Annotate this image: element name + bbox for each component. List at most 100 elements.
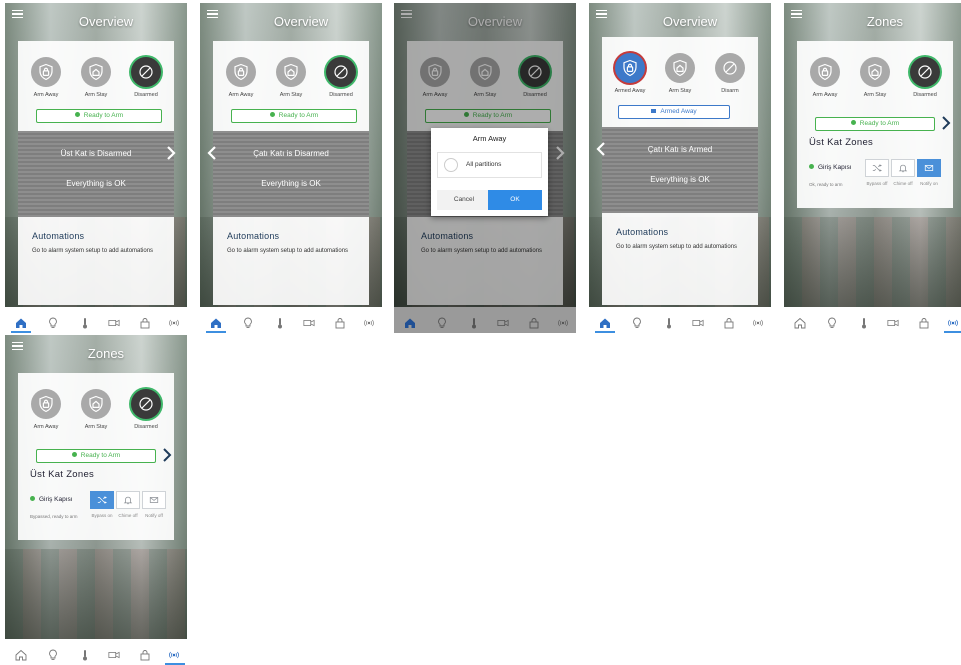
thermometer-icon[interactable] (79, 648, 91, 661)
hamburger-icon[interactable] (12, 342, 23, 351)
thermometer-icon[interactable] (468, 316, 480, 329)
thermometer-icon[interactable] (79, 316, 91, 329)
thermometer-icon[interactable] (274, 316, 286, 329)
chevron-left-icon[interactable] (596, 141, 606, 157)
hamburger-icon[interactable] (791, 10, 802, 19)
thermometer-icon[interactable] (663, 316, 675, 329)
arm-stay-button[interactable]: Arm Stay (655, 53, 705, 94)
disarmed-button[interactable]: Disarmed (121, 57, 171, 98)
lock-icon[interactable] (139, 316, 151, 329)
arm-away-label: Arm Away (33, 424, 59, 430)
arm-mode-row: Arm Away Arm Stay Disarmed (18, 389, 174, 439)
security-waves-icon[interactable] (168, 648, 184, 660)
chime-button[interactable] (891, 159, 915, 177)
bypass-button[interactable] (90, 491, 114, 509)
bulb-icon[interactable] (436, 316, 448, 328)
arm-stay-button[interactable]: Arm Stay (71, 57, 121, 98)
notify-button[interactable] (142, 491, 166, 509)
chevron-right-icon[interactable] (166, 145, 176, 161)
active-tab-indicator (595, 331, 615, 333)
arm-stay-button[interactable]: Arm Stay (266, 57, 316, 98)
bypass-label: Bypass on (91, 513, 113, 518)
camera-icon[interactable] (497, 316, 511, 328)
disarmed-button[interactable]: Disarmed (900, 57, 950, 98)
lock-icon[interactable] (334, 316, 346, 329)
lock-icon[interactable] (918, 316, 930, 329)
disarm-button[interactable]: Disarm (705, 53, 755, 94)
lock-icon[interactable] (723, 316, 735, 329)
zone-row: Giriş Kapısı Ok, ready to arm Bypass off… (797, 157, 953, 197)
bulb-icon[interactable] (242, 316, 254, 328)
security-waves-icon[interactable] (557, 316, 573, 328)
hamburger-icon[interactable] (596, 10, 607, 19)
bulb-icon[interactable] (826, 316, 838, 328)
arm-stay-label: Arm Stay (84, 424, 108, 430)
arm-mode-row: Arm Away Arm Stay Disarmed (797, 57, 953, 107)
chevron-right-icon[interactable] (941, 115, 951, 131)
bottom-tab-bar (5, 639, 187, 665)
bypass-button[interactable] (865, 159, 889, 177)
camera-icon[interactable] (303, 316, 317, 328)
arm-stay-button[interactable]: Arm Stay (71, 389, 121, 430)
disarmed-button[interactable]: Disarmed (316, 57, 366, 98)
home-icon[interactable] (599, 316, 611, 328)
notify-button[interactable] (917, 159, 941, 177)
partition-status: Çatı Katı is Armed (647, 145, 713, 154)
chevron-left-icon[interactable] (207, 145, 217, 161)
radio-button[interactable] (444, 158, 458, 172)
home-icon[interactable] (15, 316, 27, 328)
top-bar: Overview (589, 3, 771, 39)
status-text: Armed Away (660, 108, 697, 115)
bulb-icon[interactable] (47, 648, 59, 660)
cancel-button[interactable]: Cancel (437, 190, 491, 210)
arm-mode-row: Armed Away Arm Stay Disarm (602, 53, 758, 103)
chime-button[interactable] (116, 491, 140, 509)
home-icon[interactable] (404, 316, 416, 328)
zone-row: Giriş Kapısı Bypassed, ready to arm Bypa… (18, 489, 174, 529)
circle-slash-icon (715, 53, 745, 83)
arm-away-button[interactable]: Arm Away (21, 57, 71, 98)
arm-away-button[interactable]: Arm Away (216, 57, 266, 98)
camera-icon[interactable] (887, 316, 901, 328)
armed-away-button[interactable]: Armed Away (605, 53, 655, 94)
partition-option[interactable]: All partitions (437, 152, 542, 178)
security-waves-icon[interactable] (947, 316, 961, 328)
chevron-right-icon[interactable] (162, 447, 172, 463)
disarmed-label: Disarmed (134, 424, 158, 430)
overview-card: Arm Away Arm Stay Disarmed Ready to Arm … (207, 41, 369, 305)
bulb-icon[interactable] (47, 316, 59, 328)
screen-overview-1: Overview Arm Away Arm Stay Disarmed Read… (5, 3, 187, 333)
camera-icon[interactable] (108, 648, 122, 660)
status-dot (71, 452, 77, 457)
security-waves-icon[interactable] (752, 316, 768, 328)
bypass-label: Bypass off (866, 181, 888, 186)
hamburger-icon[interactable] (12, 10, 23, 19)
bottom-tab-bar (200, 307, 382, 333)
zone-status: Ok, ready to arm (809, 182, 843, 187)
automations-title: Automations (227, 231, 280, 241)
bulb-icon[interactable] (631, 316, 643, 328)
automations-desc: Go to alarm system setup to add automati… (32, 248, 154, 254)
home-icon[interactable] (794, 316, 806, 329)
arm-away-button[interactable]: Arm Away (800, 57, 850, 98)
active-tab-indicator (206, 331, 226, 333)
security-waves-icon[interactable] (168, 316, 184, 328)
security-waves-icon[interactable] (363, 316, 379, 328)
home-icon[interactable] (15, 648, 27, 661)
hamburger-icon[interactable] (207, 10, 218, 19)
partition-message: Everything is OK (261, 179, 321, 188)
lock-icon[interactable] (139, 648, 151, 661)
arm-away-button[interactable]: Arm Away (21, 389, 71, 430)
lock-icon[interactable] (528, 316, 540, 329)
camera-icon[interactable] (692, 316, 706, 328)
home-icon[interactable] (210, 316, 222, 328)
partition-banner: Çatı Katı is Armed Everything is OK (596, 127, 758, 213)
zone-status: Bypassed, ready to arm (30, 514, 78, 519)
camera-icon[interactable] (108, 316, 122, 328)
page-title: Overview (78, 14, 134, 29)
arm-stay-label: Arm Stay (279, 92, 303, 98)
disarmed-button[interactable]: Disarmed (121, 389, 171, 430)
ok-button[interactable]: OK (488, 190, 542, 210)
arm-stay-button[interactable]: Arm Stay (850, 57, 900, 98)
thermometer-icon[interactable] (858, 316, 870, 329)
